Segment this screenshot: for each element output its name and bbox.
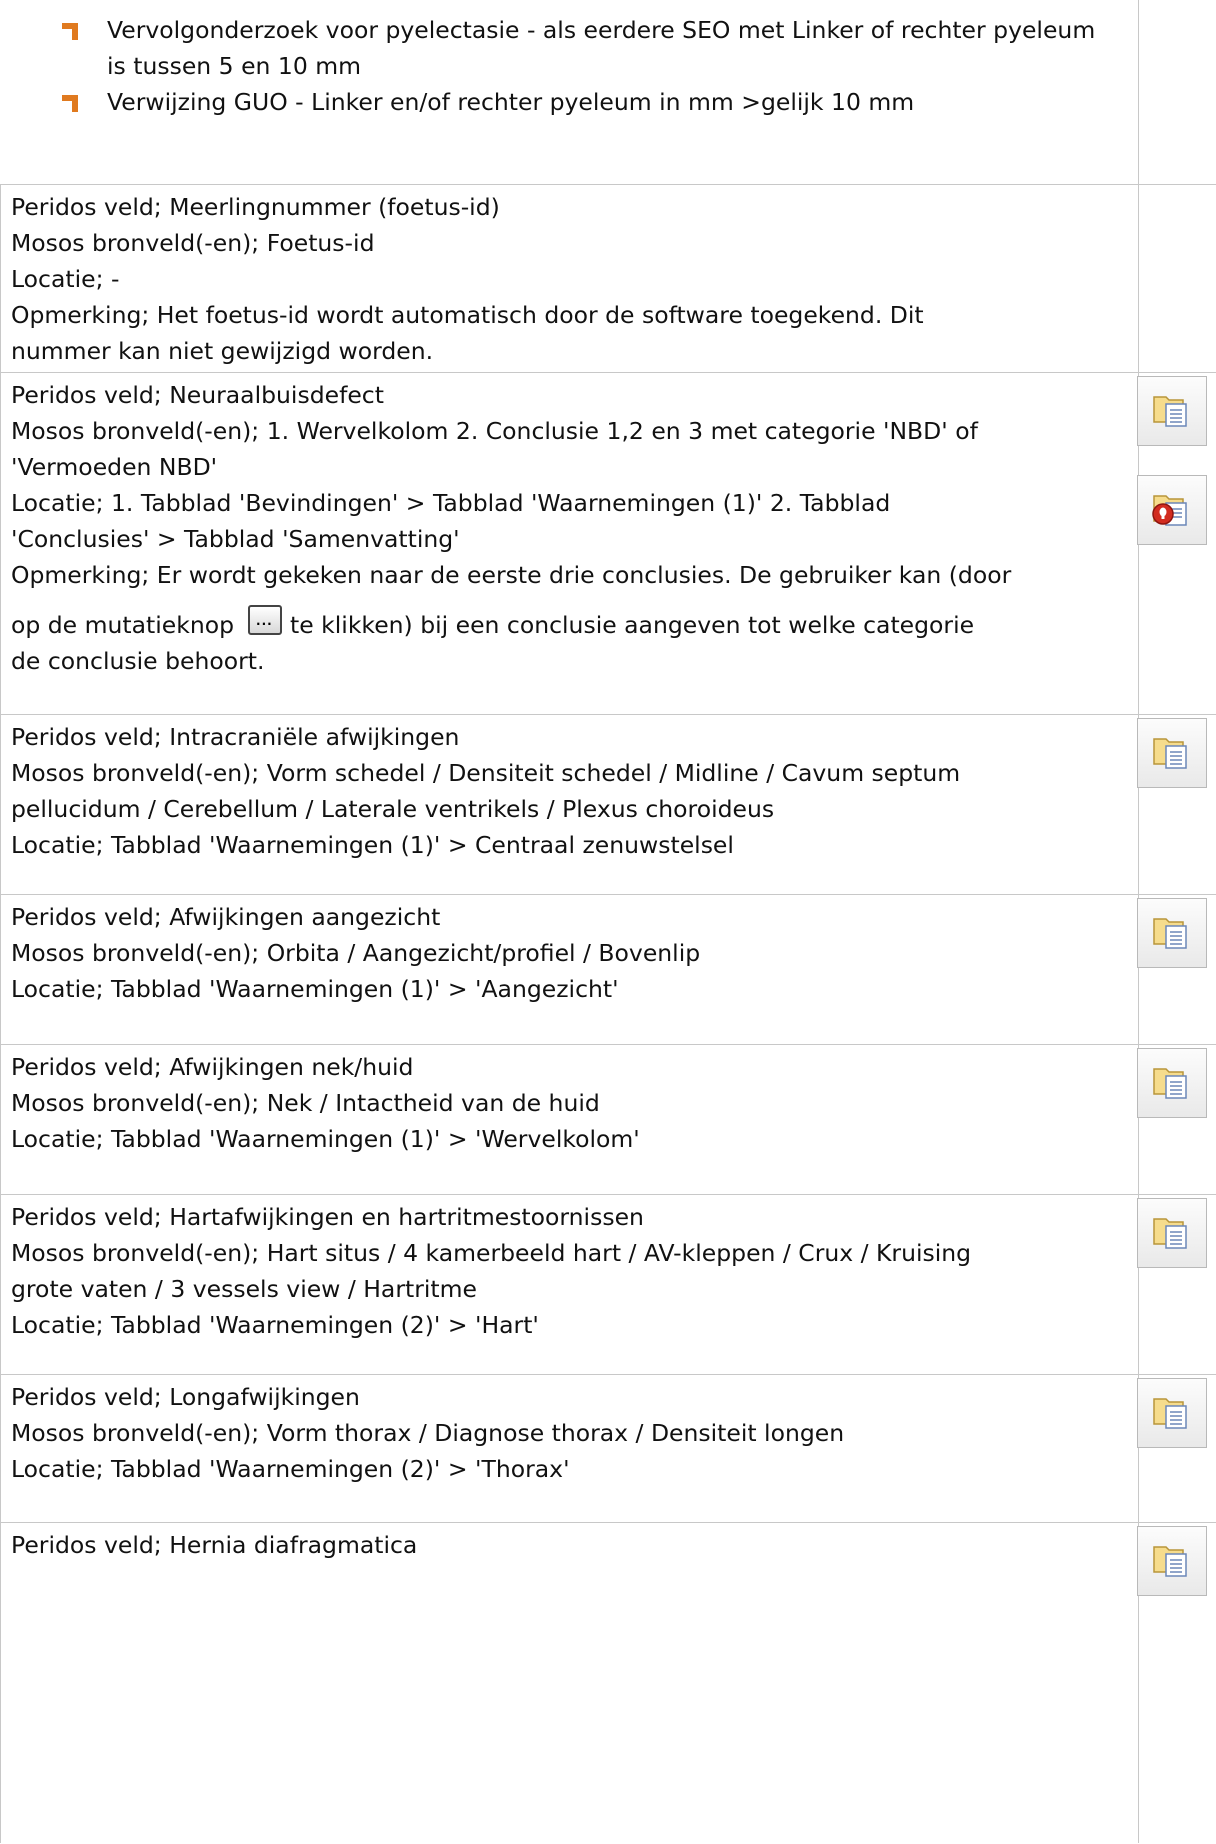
mosos-source-line: 'Vermoeden NBD' — [11, 453, 218, 481]
document-warning-icon — [1152, 495, 1187, 526]
row-text: Peridos veld; Hartafwijkingen en hartrit… — [11, 1199, 1126, 1343]
document-copy-icon — [1153, 1398, 1187, 1429]
bullet-list: Vervolgonderzoek voor pyelectasie - als … — [56, 12, 1116, 120]
mosos-source-line: Mosos bronveld(-en); Hart situs / 4 kame… — [11, 1239, 972, 1267]
document-copy-icon — [1153, 1068, 1187, 1099]
location-line: 'Conclusies' > Tabblad 'Samenvatting' — [11, 525, 460, 553]
location-line: Locatie; Tabblad 'Waarnemingen (2)' > 'T… — [11, 1455, 570, 1483]
document-copy-icon — [1153, 1218, 1187, 1249]
location-line: Locatie; Tabblad 'Waarnemingen (1)' > 'A… — [11, 975, 619, 1003]
row-text: Peridos veld; Neuraalbuisdefect Mosos br… — [11, 377, 1126, 679]
location-line: Locatie; Tabblad 'Waarnemingen (2)' > 'H… — [11, 1311, 539, 1339]
table-row: Peridos veld; Hartafwijkingen en hartrit… — [0, 1194, 1216, 1375]
mosos-source-line: grote vaten / 3 vessels view / Hartritme — [11, 1275, 477, 1303]
peridos-field-line: Peridos veld; Neuraalbuisdefect — [11, 381, 384, 409]
row-text: Peridos veld; Afwijkingen nek/huid Mosos… — [11, 1049, 1126, 1157]
location-line: Locatie; 1. Tabblad 'Bevindingen' > Tabb… — [11, 489, 891, 517]
peridos-field-line: Peridos veld; Afwijkingen nek/huid — [11, 1053, 414, 1081]
table-row: Peridos veld; Afwijkingen nek/huid Mosos… — [0, 1044, 1216, 1195]
document-copy-icon — [1153, 738, 1187, 769]
document-copy-button[interactable] — [1137, 376, 1207, 446]
mosos-source-line: Mosos bronveld(-en); Nek / Intactheid va… — [11, 1089, 600, 1117]
location-line: Locatie; - — [11, 265, 120, 293]
bullet-text: Verwijzing GUO - Linker en/of rechter py… — [107, 88, 915, 116]
document-copy-button[interactable] — [1137, 1378, 1207, 1448]
mosos-source-line: Mosos bronveld(-en); Vorm thorax / Diagn… — [11, 1419, 845, 1447]
remark-line: op de mutatieknop... te klikken) bij een … — [11, 605, 1126, 643]
document-copy-button[interactable] — [1137, 1526, 1207, 1596]
table-row: Peridos veld; Afwijkingen aangezicht Mos… — [0, 894, 1216, 1045]
mutation-button[interactable]: ... — [248, 605, 283, 635]
document-copy-button[interactable] — [1137, 1198, 1207, 1268]
row-text: Peridos veld; Meerlingnummer (foetus-id)… — [11, 189, 1126, 369]
mutation-button-label: ... — [256, 614, 273, 628]
document-copy-button[interactable] — [1137, 898, 1207, 968]
mosos-source-line: Mosos bronveld(-en); 1. Wervelkolom 2. C… — [11, 417, 978, 445]
bullet-cell: Vervolgonderzoek voor pyelectasie - als … — [0, 0, 1138, 184]
remark-text: op de mutatieknop — [11, 611, 235, 639]
mosos-source-line: Mosos bronveld(-en); Foetus-id — [11, 229, 375, 257]
document-copy-icon — [1153, 396, 1187, 427]
document-copy-icon — [1153, 918, 1187, 949]
remark-text: te klikken) bij een conclusie aangeven t… — [290, 611, 975, 639]
remark-line: Opmerking; Het foetus-id wordt automatis… — [11, 301, 924, 329]
row-text: Peridos veld; Hernia diafragmatica — [11, 1527, 1126, 1563]
row-text: Peridos veld; Intracraniële afwijkingen … — [11, 719, 1126, 863]
document-warning-button[interactable] — [1137, 475, 1207, 545]
remark-line: nummer kan niet gewijzigd worden. — [11, 337, 434, 365]
peridos-field-line: Peridos veld; Meerlingnummer (foetus-id) — [11, 193, 500, 221]
peridos-field-line: Peridos veld; Intracraniële afwijkingen — [11, 723, 460, 751]
mosos-source-line: Mosos bronveld(-en); Vorm schedel / Dens… — [11, 759, 961, 787]
remark-line: de conclusie behoort. — [11, 647, 265, 675]
bullet-text: Vervolgonderzoek voor pyelectasie - als … — [107, 16, 1096, 80]
peridos-field-line: Peridos veld; Afwijkingen aangezicht — [11, 903, 441, 931]
document-copy-icon — [1153, 1546, 1187, 1577]
table-row: Peridos veld; Intracraniële afwijkingen … — [0, 714, 1216, 895]
orange-bullet-icon — [62, 95, 79, 112]
table-row: Peridos veld; Hernia diafragmatica — [0, 1522, 1216, 1844]
list-item: Verwijzing GUO - Linker en/of rechter py… — [56, 84, 1116, 120]
row-text: Peridos veld; Afwijkingen aangezicht Mos… — [11, 899, 1126, 1007]
peridos-field-line: Peridos veld; Hernia diafragmatica — [11, 1531, 418, 1559]
location-line: Locatie; Tabblad 'Waarnemingen (1)' > 'W… — [11, 1125, 640, 1153]
peridos-field-line: Peridos veld; Hartafwijkingen en hartrit… — [11, 1203, 644, 1231]
document-copy-button[interactable] — [1137, 1048, 1207, 1118]
table-row: Peridos veld; Neuraalbuisdefect Mosos br… — [0, 372, 1216, 715]
table-row: Peridos veld; Longafwijkingen Mosos bron… — [0, 1374, 1216, 1523]
remark-line: Opmerking; Er wordt gekeken naar de eers… — [11, 561, 1012, 589]
row-text: Peridos veld; Longafwijkingen Mosos bron… — [11, 1379, 1126, 1487]
location-line: Locatie; Tabblad 'Waarnemingen (1)' > Ce… — [11, 831, 734, 859]
orange-bullet-icon — [62, 23, 79, 40]
table-row: Peridos veld; Meerlingnummer (foetus-id)… — [0, 184, 1216, 373]
document-copy-button[interactable] — [1137, 718, 1207, 788]
peridos-field-line: Peridos veld; Longafwijkingen — [11, 1383, 360, 1411]
mosos-source-line: pellucidum / Cerebellum / Laterale ventr… — [11, 795, 775, 823]
list-item: Vervolgonderzoek voor pyelectasie - als … — [56, 12, 1117, 84]
mosos-source-line: Mosos bronveld(-en); Orbita / Aangezicht… — [11, 939, 701, 967]
